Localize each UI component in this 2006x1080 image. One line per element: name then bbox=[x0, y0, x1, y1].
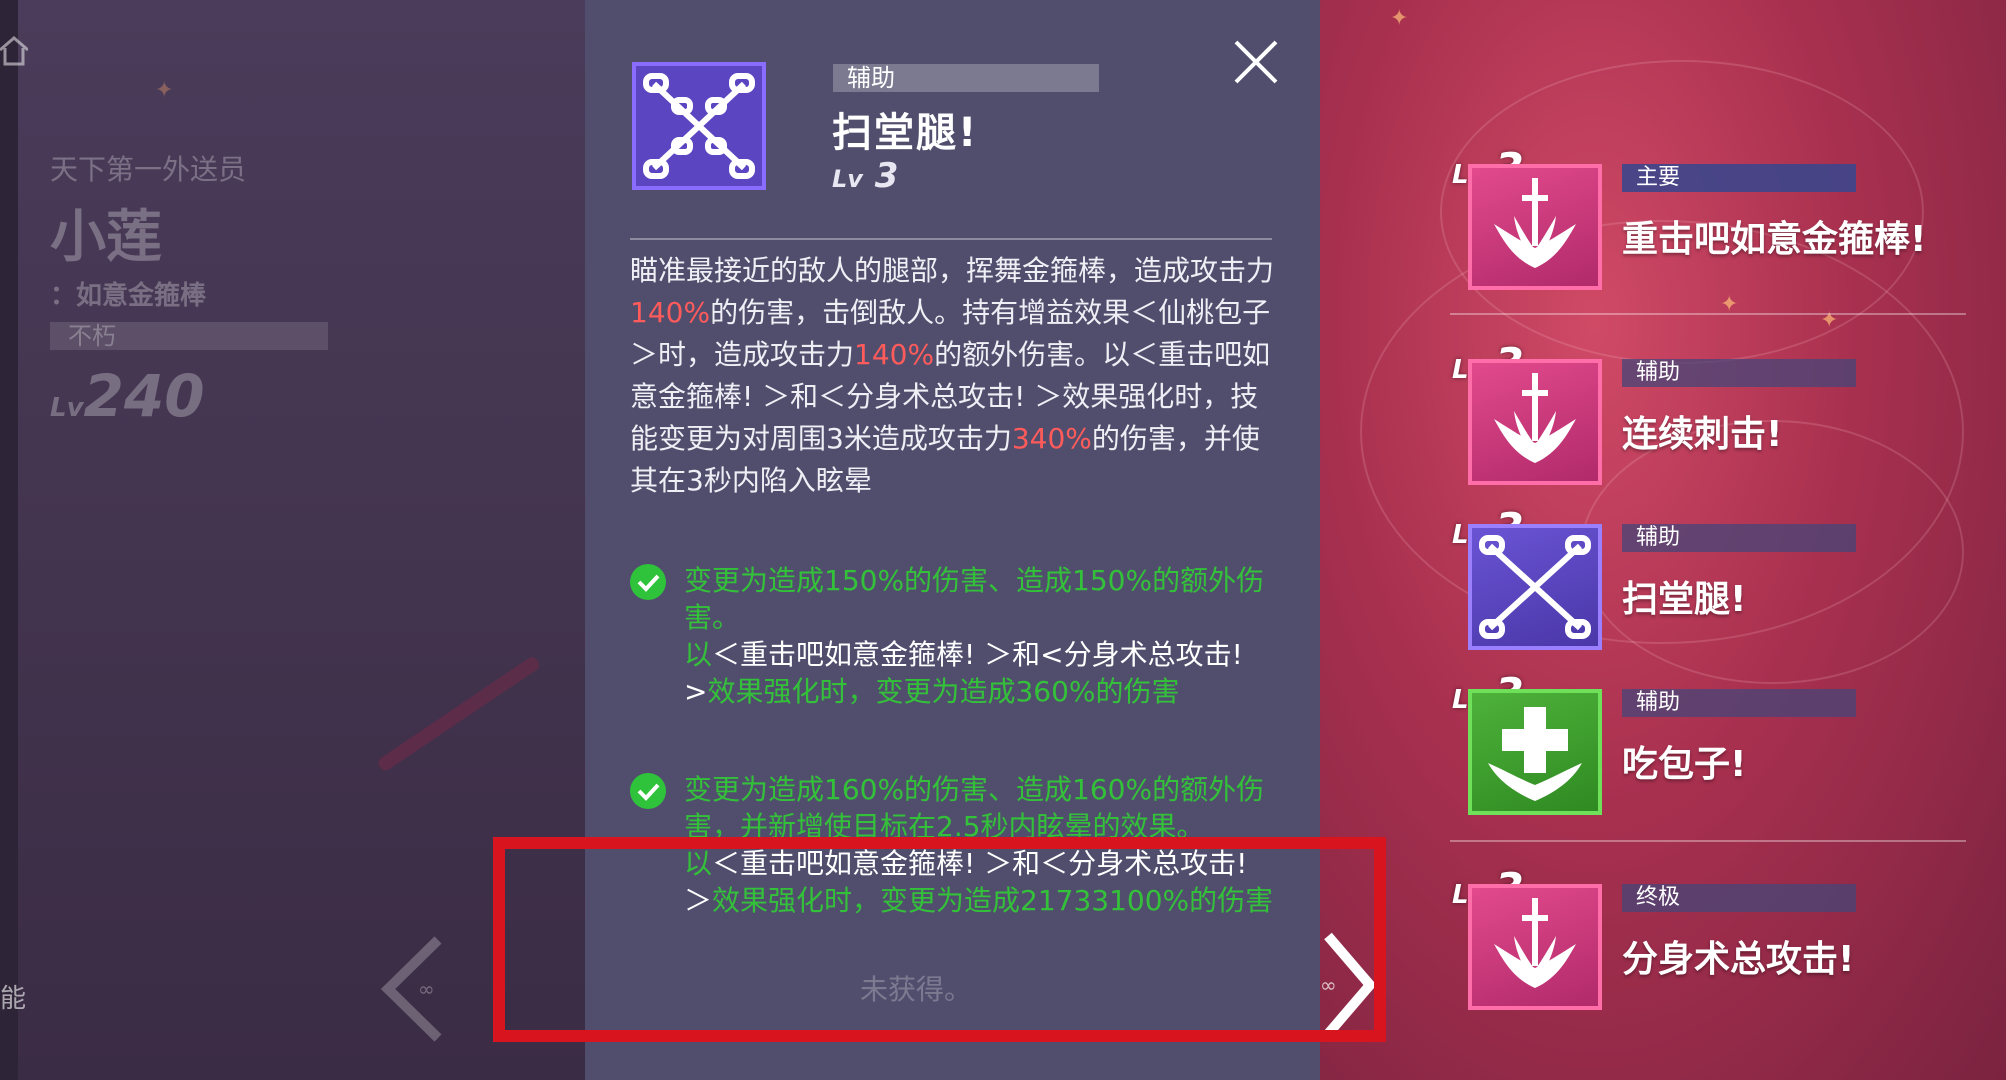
skill-name: 扫堂腿! bbox=[832, 110, 979, 156]
skill-type: 辅助 bbox=[1622, 524, 1856, 552]
skill-description: 瞄准最接近的敌人的腿部，挥舞金箍棒，造成攻击力140%的伤害，击倒敌人。持有增益… bbox=[630, 250, 1276, 502]
text-segment: 瞄准最接近的敌人的腿部，挥舞金箍棒，造成攻击力 bbox=[630, 254, 1275, 287]
text-segment: 140% bbox=[854, 338, 935, 371]
upgrade-text: 变更为造成150%的伤害、造成150%的额外伤害。 以＜重击吧如意金箍棒! ＞和<… bbox=[684, 562, 1274, 710]
check-icon bbox=[630, 564, 666, 600]
sparkle-icon: ✦ bbox=[155, 78, 174, 103]
skill-level: Lv 3 bbox=[832, 156, 898, 196]
skill-entry[interactable]: Lv 3 辅助 扫堂腿! bbox=[1452, 504, 1952, 650]
text-segment: 340% bbox=[1011, 422, 1092, 455]
check-icon bbox=[630, 773, 666, 809]
level-prefix: Lv bbox=[50, 393, 84, 423]
character-weapon: ：如意金箍棒 bbox=[50, 281, 207, 311]
character-title: 天下第一外送员 bbox=[50, 153, 247, 186]
skill-name: 重击吧如意金箍棒! bbox=[1622, 219, 1927, 260]
level-prefix: Lv bbox=[832, 165, 863, 193]
text-segment: 变更为造成150%的伤害、造成150%的额外伤害。 bbox=[684, 564, 1265, 634]
sword-icon bbox=[1468, 884, 1602, 1010]
sword-icon bbox=[1468, 164, 1602, 290]
text-segment: 以 bbox=[684, 638, 713, 671]
skill-type: 辅助 bbox=[833, 64, 1099, 92]
close-icon[interactable] bbox=[1230, 36, 1282, 88]
sparkle-icon: ✦ bbox=[1820, 308, 1839, 333]
sword-icon bbox=[1468, 359, 1602, 485]
sparkle-icon: ✦ bbox=[1390, 6, 1409, 31]
skill-entry[interactable]: Lv 3 辅助 连续刺击! bbox=[1452, 339, 1952, 485]
svg-text:∞: ∞ bbox=[418, 977, 435, 1001]
left-sidebar bbox=[0, 0, 18, 1080]
crossed-chains-icon bbox=[632, 62, 766, 190]
character-name: 小莲 bbox=[50, 205, 162, 270]
skill-entry[interactable]: Lv 3 终极 分身术总攻击! bbox=[1452, 864, 1952, 1010]
level-value: 3 bbox=[874, 156, 899, 196]
skill-type: 终极 bbox=[1622, 884, 1856, 912]
skill-entry[interactable]: Lv 3 辅助 吃包子! bbox=[1452, 669, 1952, 815]
text-segment: 140% bbox=[630, 296, 711, 329]
divider bbox=[1450, 313, 1966, 315]
character-rank: 不朽 bbox=[50, 322, 328, 350]
highlight-box bbox=[493, 837, 1386, 1042]
text-segment: 效果强化时，变更为造成360%的伤害 bbox=[707, 675, 1180, 708]
skill-name: 扫堂腿! bbox=[1622, 579, 1747, 620]
skill-name: 连续刺击! bbox=[1622, 414, 1783, 455]
character-level: Lv240 bbox=[50, 362, 328, 430]
prev-arrow-icon[interactable]: ∞ bbox=[378, 934, 458, 1044]
divider bbox=[1450, 840, 1966, 842]
heal-cross-icon bbox=[1468, 689, 1602, 815]
left-edge-text: 能 bbox=[0, 984, 27, 1014]
text-segment: 变更为造成160%的伤害、造成160%的额外伤害，并新增使目标在2.5秒内眩晕的… bbox=[684, 773, 1265, 843]
divider bbox=[630, 238, 1272, 240]
skill-type: 辅助 bbox=[1622, 359, 1856, 387]
level-value: 240 bbox=[83, 362, 205, 430]
skill-type: 辅助 bbox=[1622, 689, 1856, 717]
skill-name: 吃包子! bbox=[1622, 744, 1747, 785]
skill-entry[interactable]: Lv 3 主要 重击吧如意金箍棒! bbox=[1452, 144, 1952, 290]
home-icon[interactable] bbox=[0, 36, 28, 66]
character-info: 天下第一外送员 小莲 ：如意金箍棒 不朽 Lv240 bbox=[50, 148, 328, 430]
skill-name: 分身术总攻击! bbox=[1622, 939, 1855, 980]
skill-type: 主要 bbox=[1622, 164, 1856, 192]
crossed-chains-icon bbox=[1468, 524, 1602, 650]
